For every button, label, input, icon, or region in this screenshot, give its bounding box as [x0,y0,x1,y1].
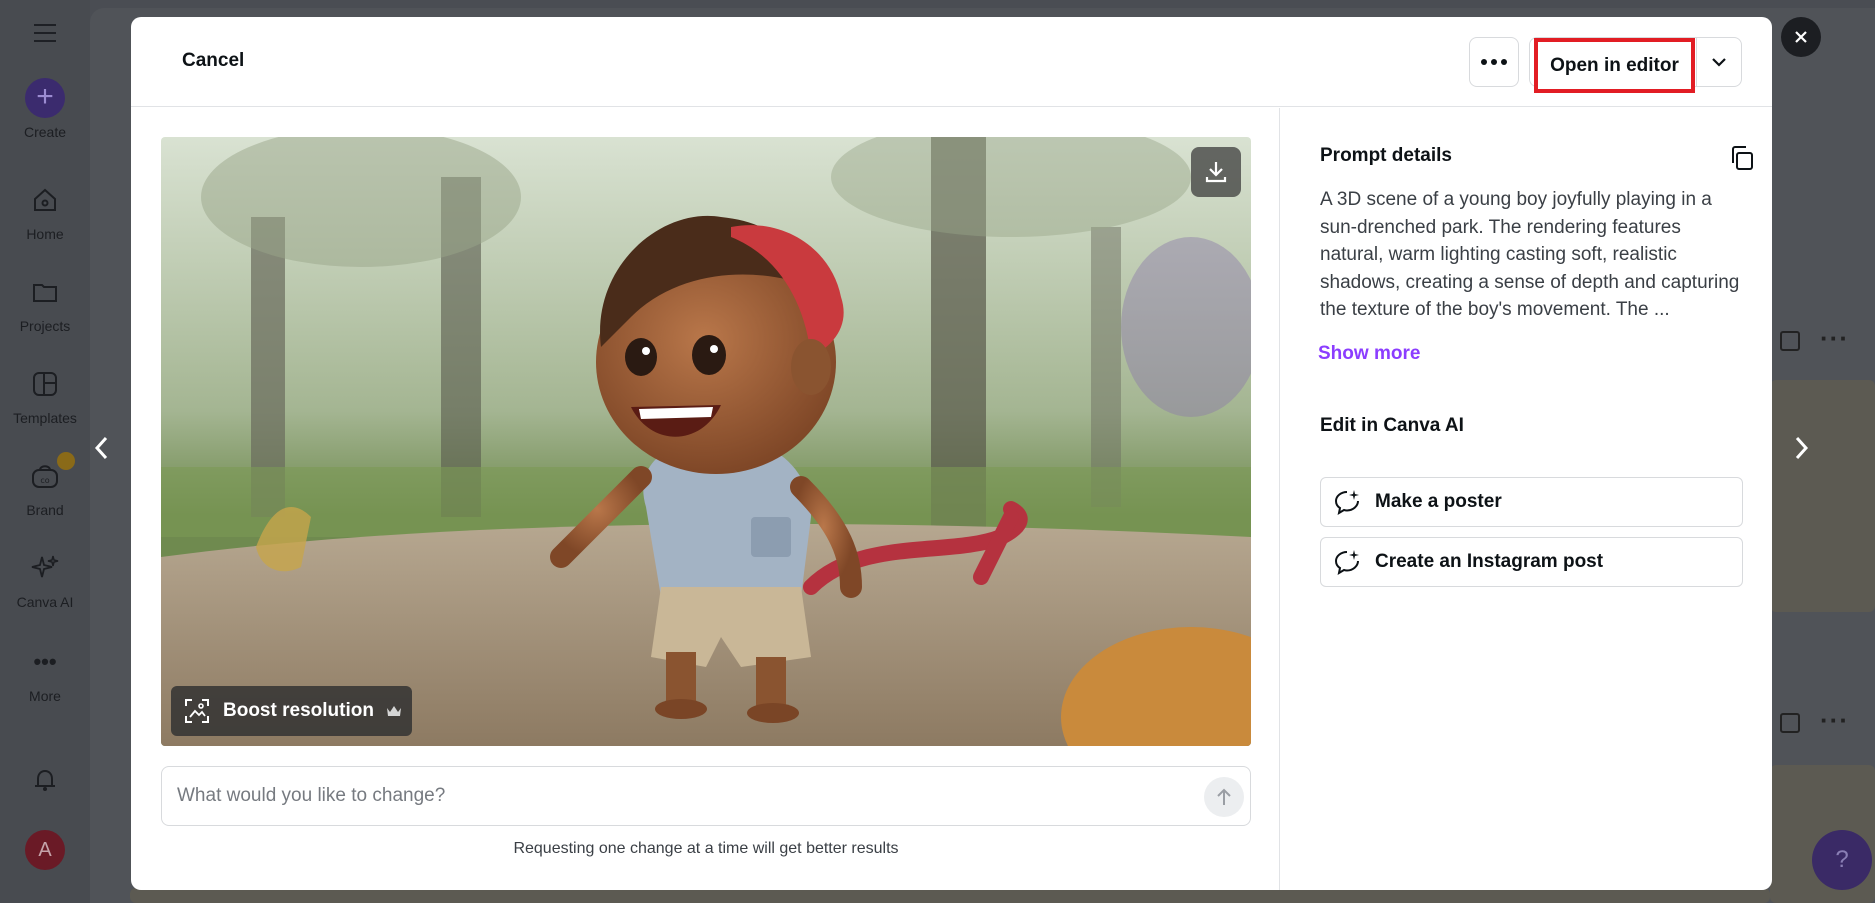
previous-arrow-icon[interactable] [86,430,116,466]
more-dots-icon [1481,59,1487,65]
sidebar-item-label: Home [26,226,64,242]
download-icon [1205,162,1227,183]
sidebar-item-more[interactable]: ••• More [0,642,90,704]
edit-in-canva-ai-title: Edit in Canva AI [1320,415,1464,436]
sidebar-item-label: Create [23,124,67,140]
sidebar-item-home[interactable]: Home [0,180,90,242]
sidebar-item-label: Projects [19,318,71,334]
sidebar-item-brand[interactable]: co Brand [0,452,90,518]
create-instagram-post-label: Create an Instagram post [1375,551,1604,572]
sidebar-item-label: Brand [26,502,64,518]
generated-image: Boost resolution [161,137,1251,746]
left-sidebar: + Create Home Projects Templates co Bran… [0,0,90,903]
sidebar-item-templates[interactable]: Templates [0,364,90,426]
copy-icon [1732,146,1753,170]
bell-icon [25,760,65,800]
prompt-details-panel: Prompt details A 3D scene of a young boy… [1279,108,1772,890]
boost-resolution-button[interactable]: Boost resolution [171,686,412,736]
prompt-details-title: Prompt details [1320,145,1452,166]
open-options-dropdown[interactable] [1696,38,1741,86]
hint-text: Requesting one change at a time will get… [513,840,899,857]
close-icon [1795,31,1807,43]
copy-icon [1780,331,1800,351]
sidebar-item-projects[interactable]: Projects [0,272,90,334]
change-request-field [161,766,1251,826]
hamburger-menu-icon[interactable] [30,20,60,44]
make-poster-button[interactable]: Make a poster [1320,477,1743,527]
crown-icon [386,706,401,716]
sidebar-item-label: Canva AI [16,594,74,610]
change-request-input[interactable] [177,781,1177,811]
sidebar-item-label: Templates [13,410,77,426]
ai-chat-sparkle-icon [1334,550,1359,576]
sidebar-item-canva-ai[interactable]: Canva AI [0,548,90,610]
sparkle-icon [25,548,65,588]
boost-resolution-icon [185,699,209,723]
more-options-button[interactable] [1469,37,1519,87]
sidebar-item-create[interactable]: + Create [0,78,90,140]
plus-icon: + [25,78,65,118]
crown-badge-icon [57,452,75,470]
svg-text:co: co [40,476,49,485]
arrow-up-icon [1217,788,1231,805]
download-button[interactable] [1191,147,1241,197]
folder-icon [25,272,65,312]
background-thumbnail [130,888,1770,903]
close-button[interactable] [1781,17,1821,57]
templates-icon [25,364,65,404]
chevron-down-icon [1712,58,1726,67]
avatar[interactable]: A [0,830,90,870]
send-button[interactable] [1204,777,1244,817]
more-dots-icon: ··· [1820,323,1849,353]
modal-header: Cancel Open in editor [131,17,1772,107]
image-panel: Boost resolution Requesting one change a… [131,108,1279,890]
background-thumbnail [1770,380,1875,612]
next-arrow-icon[interactable] [1787,430,1817,466]
make-poster-label: Make a poster [1375,491,1502,512]
image-preview-modal: Cancel Open in editor Boost resolution W… [131,17,1772,890]
create-instagram-post-button[interactable]: Create an Instagram post [1320,537,1743,587]
home-icon [25,180,65,220]
boy-playing-in-park-image [161,137,1251,746]
more-dots-icon: ••• [33,649,57,674]
sidebar-item-label: More [29,688,61,704]
notifications-button[interactable] [0,760,90,806]
show-more-link[interactable]: Show more [1318,343,1420,365]
open-in-editor-button[interactable]: Open in editor [1534,38,1695,93]
prompt-text: A 3D scene of a young boy joyfully playi… [1320,189,1740,320]
cancel-button[interactable]: Cancel [182,50,244,72]
help-button[interactable]: ? [1812,830,1872,890]
copy-prompt-button[interactable] [1728,144,1756,172]
ai-chat-sparkle-icon [1334,490,1359,516]
boost-resolution-label: Boost resolution [223,700,374,721]
copy-icon [1780,713,1800,733]
more-dots-icon: ··· [1820,705,1849,735]
open-editor-group: Open in editor [1529,37,1742,93]
